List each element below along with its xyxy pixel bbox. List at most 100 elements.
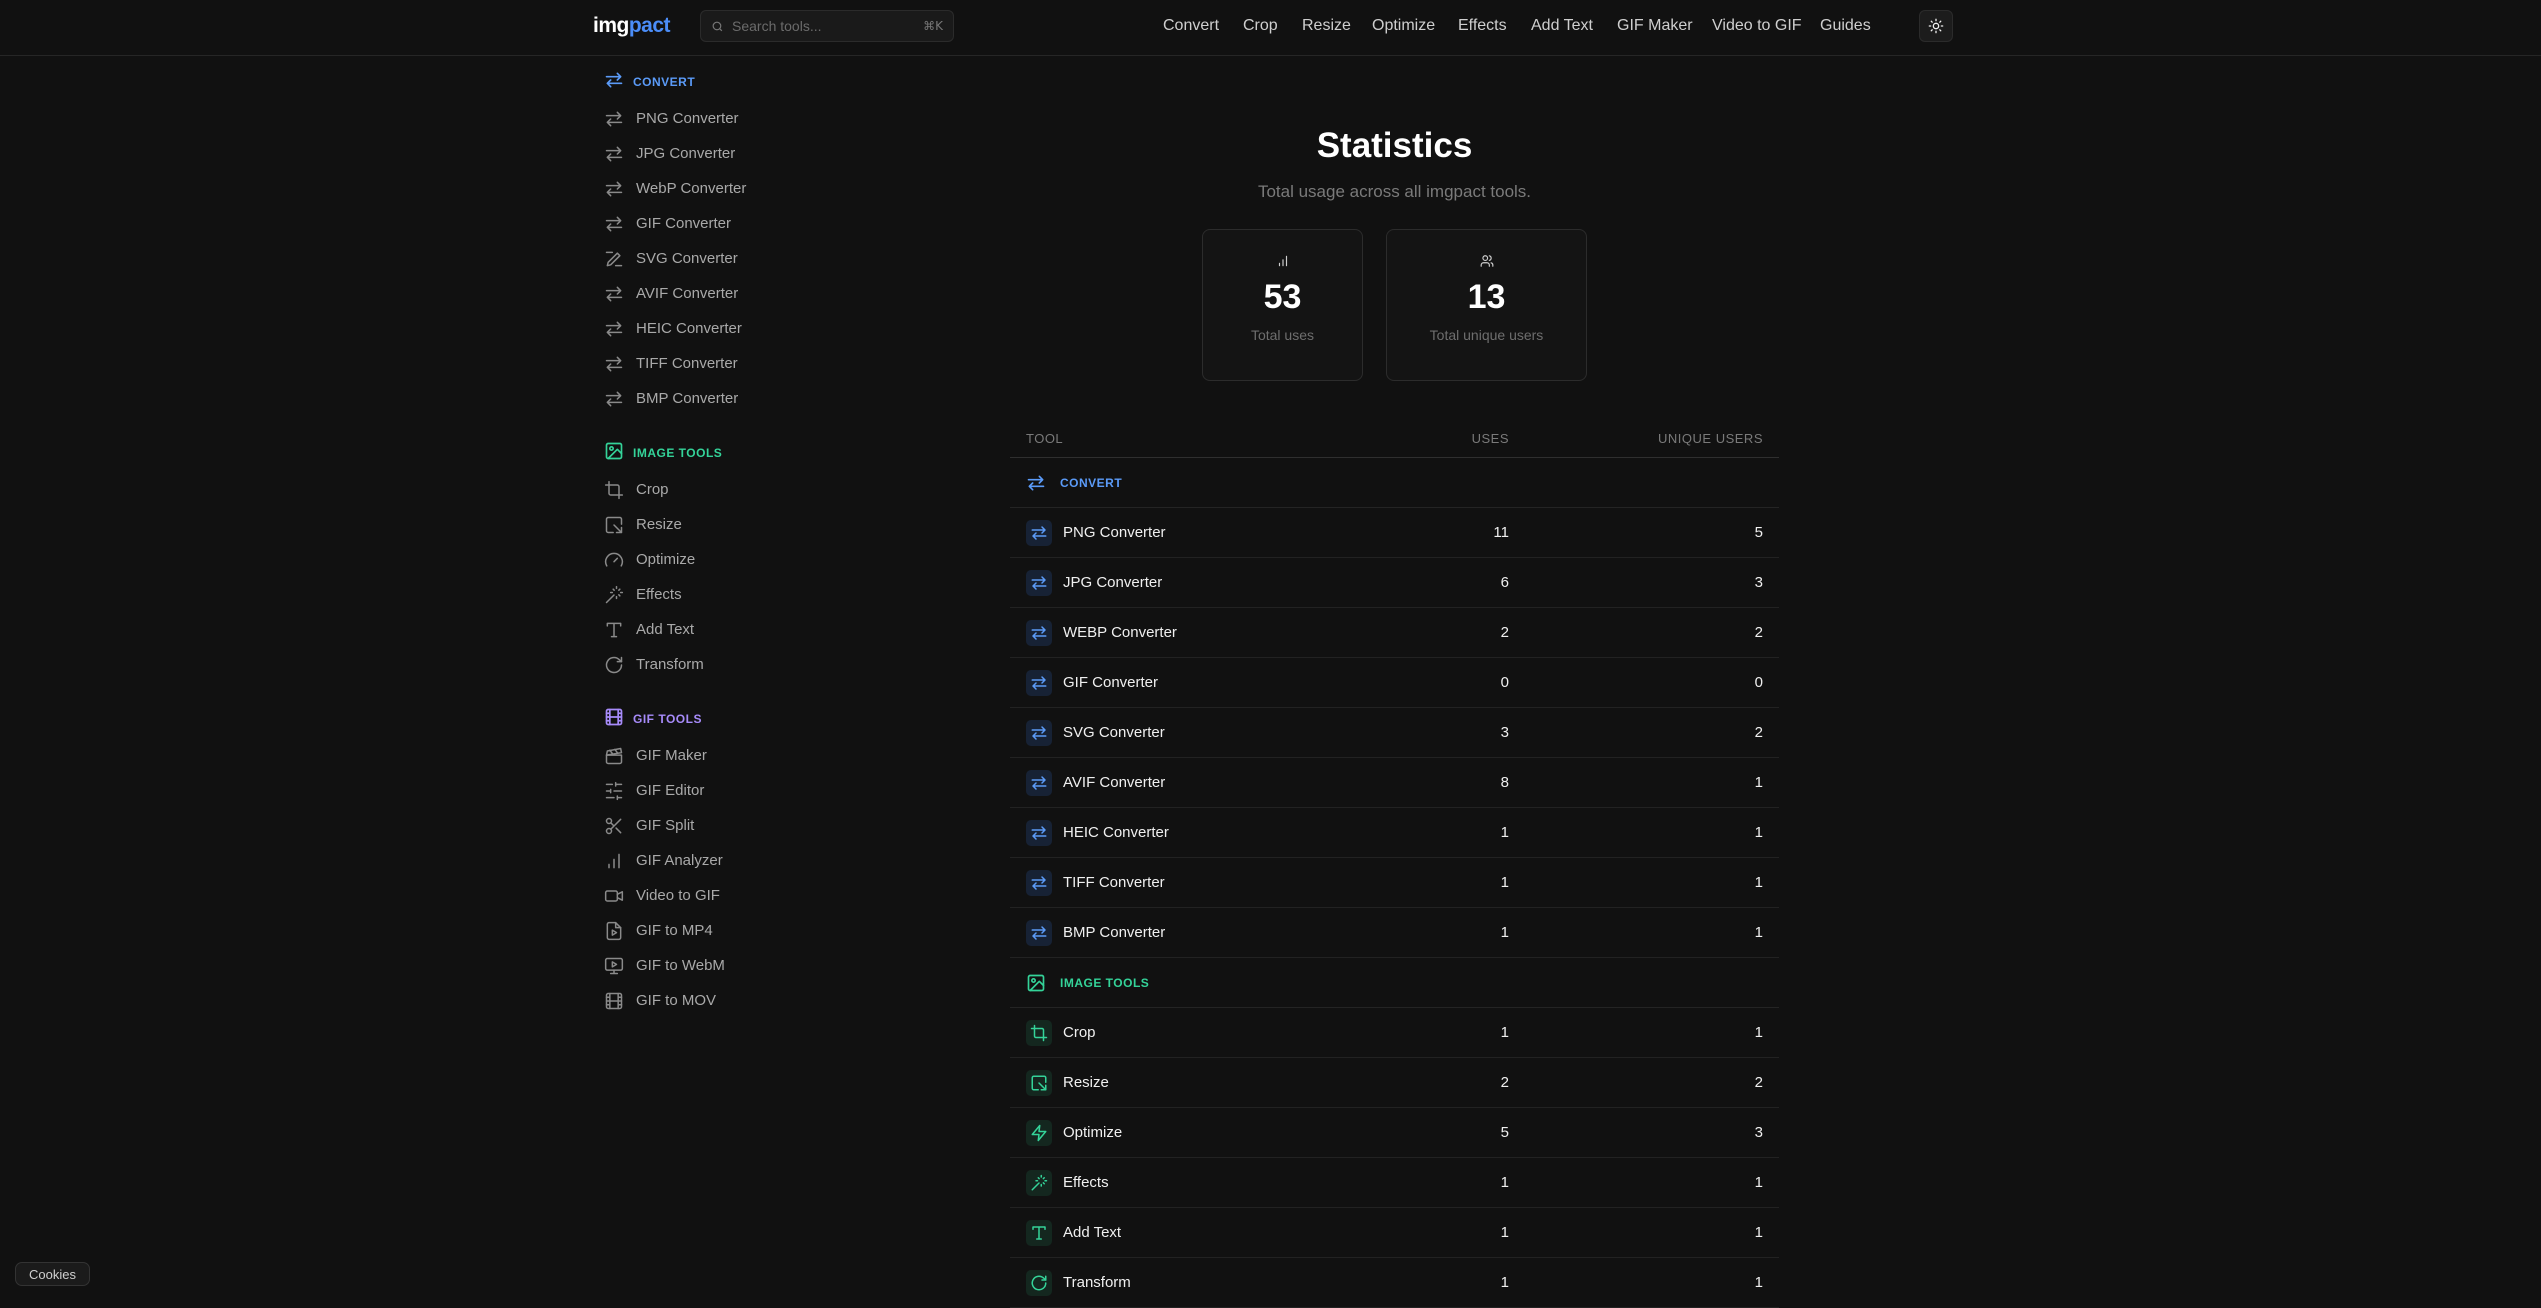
nav-convert[interactable]: Convert — [1163, 17, 1219, 35]
sidebar-item-label: PNG Converter — [636, 110, 739, 127]
nav-effects[interactable]: Effects — [1458, 17, 1507, 35]
sidebar-item-crop[interactable]: Crop — [604, 472, 844, 507]
uses-cell: 2 — [1500, 624, 1509, 641]
tool-cell: SVG Converter — [1010, 719, 1389, 746]
tool-name: GIF Converter — [1063, 674, 1159, 691]
sidebar-item-label: Effects — [636, 586, 682, 603]
table-row[interactable]: BMP Converter 1 1 — [1010, 908, 1779, 958]
sidebar-item-label: GIF Analyzer — [636, 852, 723, 869]
nav-add-text[interactable]: Add Text — [1531, 17, 1593, 35]
uses-cell: 1 — [1500, 824, 1509, 841]
sidebar-section-convert[interactable]: CONVERT — [604, 66, 844, 98]
tool-cell: WEBP Converter — [1010, 619, 1389, 646]
table-row[interactable]: TIFF Converter 1 1 — [1010, 858, 1779, 908]
sidebar-item-add-text[interactable]: Add Text — [604, 612, 844, 647]
sidebar-item-gif-converter[interactable]: GIF Converter — [604, 206, 844, 241]
nav-gif-maker[interactable]: GIF Maker — [1617, 17, 1693, 35]
table-row[interactable]: HEIC Converter 1 1 — [1010, 808, 1779, 858]
stat-value: 13 — [1467, 278, 1506, 316]
unique-users-cell: 5 — [1754, 524, 1763, 541]
table-row[interactable]: WEBP Converter 2 2 — [1010, 608, 1779, 658]
table-row[interactable]: PNG Converter 11 5 — [1010, 508, 1779, 558]
table-row[interactable]: AVIF Converter 8 1 — [1010, 758, 1779, 808]
sidebar-item-label: Crop — [636, 481, 669, 498]
table-row[interactable]: JPG Converter 6 3 — [1010, 558, 1779, 608]
unique-users-cell: 3 — [1754, 1124, 1763, 1141]
sidebar-item-tiff-converter[interactable]: TIFF Converter — [604, 346, 844, 381]
stat-caption: Total unique users — [1429, 327, 1544, 343]
tool-cell: TIFF Converter — [1010, 869, 1389, 896]
arrows-icon — [1026, 919, 1052, 946]
bar-chart-icon — [1278, 255, 1287, 267]
sidebar-item-jpg-converter[interactable]: JPG Converter — [604, 136, 844, 171]
main-content: Statistics Total usage across all imgpac… — [1010, 56, 1779, 1308]
sidebar-item-label: GIF to MP4 — [636, 922, 713, 939]
sidebar-section-image-tools[interactable]: IMAGE TOOLS — [604, 437, 844, 469]
stat-card-total-uses: 53 Total uses — [1202, 229, 1363, 381]
sidebar-item-effects[interactable]: Effects — [604, 577, 844, 612]
sidebar-item-gif-maker[interactable]: GIF Maker — [604, 738, 844, 773]
table-row[interactable]: GIF Converter 0 0 — [1010, 658, 1779, 708]
uses-cell: 1 — [1500, 1274, 1509, 1291]
uses-cell: 11 — [1493, 524, 1509, 541]
cookies-button[interactable]: Cookies — [15, 1262, 90, 1286]
nav-optimize[interactable]: Optimize — [1372, 17, 1435, 35]
sidebar-item-gif-analyzer[interactable]: GIF Analyzer — [604, 843, 844, 878]
sidebar-item-video-to-gif[interactable]: Video to GIF — [604, 878, 844, 913]
tool-cell: PNG Converter — [1010, 519, 1389, 546]
tool-name: Add Text — [1063, 1224, 1122, 1241]
sidebar-item-label: SVG Converter — [636, 250, 738, 267]
sidebar-item-resize[interactable]: Resize — [604, 507, 844, 542]
theme-toggle-button[interactable] — [1919, 10, 1953, 42]
arrows-icon — [604, 319, 624, 339]
sidebar-item-svg-converter[interactable]: SVG Converter — [604, 241, 844, 276]
sidebar-item-webp-converter[interactable]: WebP Converter — [604, 171, 844, 206]
column-header-uses: USES — [1471, 430, 1509, 446]
nav-crop[interactable]: Crop — [1243, 17, 1278, 35]
unique-users-cell: 1 — [1754, 924, 1763, 941]
clapper-icon — [604, 746, 624, 766]
wand-icon — [1026, 1169, 1052, 1196]
sidebar-item-gif-to-webm[interactable]: GIF to WebM — [604, 948, 844, 983]
table-row[interactable]: SVG Converter 3 2 — [1010, 708, 1779, 758]
table-row[interactable]: Resize 2 2 — [1010, 1058, 1779, 1108]
sidebar-item-label: Video to GIF — [636, 887, 720, 904]
crop-icon — [604, 480, 624, 500]
search-input[interactable]: Search tools... ⌘K — [700, 10, 954, 42]
table-row[interactable]: Optimize 5 3 — [1010, 1108, 1779, 1158]
zap-icon — [1026, 1119, 1052, 1146]
sidebar-section-gif-tools[interactable]: GIF TOOLS — [604, 703, 844, 735]
table-row[interactable]: Crop 1 1 — [1010, 1008, 1779, 1058]
unique-users-cell: 1 — [1754, 874, 1763, 891]
arrows-icon — [604, 144, 624, 164]
sidebar-item-gif-editor[interactable]: GIF Editor — [604, 773, 844, 808]
arrows-icon — [1026, 619, 1052, 646]
sidebar-item-optimize[interactable]: Optimize — [604, 542, 844, 577]
nav-resize[interactable]: Resize — [1302, 17, 1351, 35]
sidebar-section-label: GIF TOOLS — [633, 712, 702, 726]
sidebar: CONVERT PNG Converter JPG Converter WebP… — [604, 66, 844, 1018]
text-icon — [604, 620, 624, 640]
unique-users-cell: 1 — [1754, 774, 1763, 791]
sidebar-item-bmp-converter[interactable]: BMP Converter — [604, 381, 844, 416]
tool-name: TIFF Converter — [1063, 874, 1165, 891]
sidebar-item-gif-to-mp4[interactable]: GIF to MP4 — [604, 913, 844, 948]
sidebar-item-label: GIF Maker — [636, 747, 707, 764]
nav-guides[interactable]: Guides — [1820, 17, 1871, 35]
sidebar-item-transform[interactable]: Transform — [604, 647, 844, 682]
film-icon — [604, 707, 624, 732]
sidebar-item-heic-converter[interactable]: HEIC Converter — [604, 311, 844, 346]
sidebar-item-label: WebP Converter — [636, 180, 747, 197]
table-row[interactable]: Effects 1 1 — [1010, 1158, 1779, 1208]
tool-name: Resize — [1063, 1074, 1109, 1091]
sidebar-item-gif-to-mov[interactable]: GIF to MOV — [604, 983, 844, 1018]
nav-video-to-gif[interactable]: Video to GIF — [1712, 17, 1802, 35]
sidebar-item-avif-converter[interactable]: AVIF Converter — [604, 276, 844, 311]
arrows-icon — [1026, 519, 1052, 546]
sidebar-item-gif-split[interactable]: GIF Split — [604, 808, 844, 843]
unique-users-cell: 1 — [1754, 824, 1763, 841]
crop-icon — [1026, 1019, 1052, 1046]
sidebar-item-png-converter[interactable]: PNG Converter — [604, 101, 844, 136]
table-row[interactable]: Add Text 1 1 — [1010, 1208, 1779, 1258]
logo[interactable]: imgpact — [593, 14, 671, 38]
